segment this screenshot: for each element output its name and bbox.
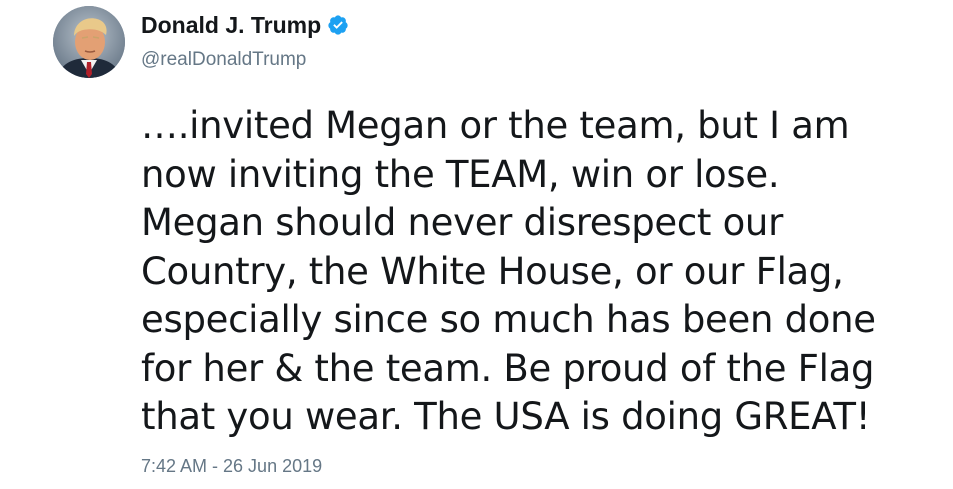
author-handle[interactable]: @realDonaldTrump — [141, 47, 306, 73]
tweet-timestamp[interactable]: 7:42 AM - 26 Jun 2019 — [141, 453, 322, 479]
verified-badge-icon[interactable] — [327, 14, 349, 36]
tweet-text: ….invited Megan or the team, but I am no… — [141, 104, 876, 438]
avatar[interactable] — [53, 6, 125, 78]
author-name-row: Donald J. Trump — [141, 8, 349, 42]
tweet-card: Donald J. Trump @realDonaldTrump ….invit… — [0, 0, 953, 489]
avatar-image — [53, 6, 125, 78]
display-name[interactable]: Donald J. Trump — [141, 8, 321, 42]
